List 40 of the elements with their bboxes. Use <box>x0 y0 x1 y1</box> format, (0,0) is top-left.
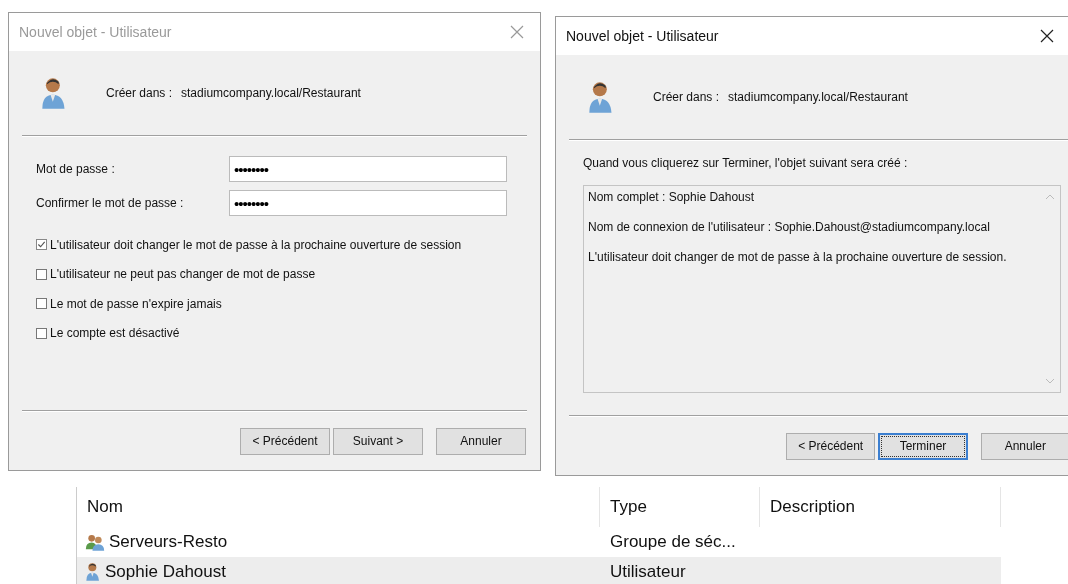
create-in-label: Créer dans : <box>106 86 173 100</box>
field-label: Mot de passe : <box>36 162 116 176</box>
wizard-button[interactable]: < Précédent <box>240 427 330 455</box>
wizard-button[interactable]: Terminer <box>878 432 968 460</box>
checkbox-label: Le mot de passe n'expire jamais <box>50 296 222 311</box>
type-text: Utilisateur <box>609 561 687 583</box>
column-header[interactable]: Description <box>760 487 1001 527</box>
checkbox[interactable] <box>36 298 47 310</box>
summary-line: Nom de connexion de l'utilisateur : Sophie.Dahoust@stadiumcompany.local <box>588 220 991 234</box>
create-in-value: stadiumcompany.local/Restaurant <box>181 86 361 100</box>
window-title: Nouvel objet - Utilisateur <box>566 28 719 44</box>
create-in-label: Créer dans : <box>653 90 720 104</box>
group-icon <box>85 533 105 551</box>
close-icon[interactable] <box>1040 29 1054 43</box>
password-field[interactable]: •••••••• <box>229 156 507 182</box>
wizard-button[interactable]: Suivant > <box>333 427 423 455</box>
name-text: Sophie Dahoust <box>105 562 226 582</box>
list-row[interactable]: Serveurs-Resto Groupe de séc... <box>77 527 1001 557</box>
intro-text: Quand vous cliquerez sur Terminer, l'objet suivant sera créé : <box>583 156 909 170</box>
checkbox[interactable] <box>36 268 47 280</box>
wizard-button[interactable]: Annuler <box>436 427 526 455</box>
column-header[interactable]: Type <box>600 487 760 527</box>
checkbox[interactable] <box>36 327 47 339</box>
wizard-button[interactable]: < Précédent <box>786 432 876 460</box>
checkbox-label: Le compte est désactivé <box>50 326 180 341</box>
window-title: Nouvel objet - Utilisateur <box>19 24 172 40</box>
user-icon <box>85 562 101 582</box>
name-text: Serveurs-Resto <box>109 532 228 552</box>
password-field[interactable]: •••••••• <box>229 190 507 216</box>
checkbox-label: L'utilisateur doit changer le mot de passe à la prochaine ouverture de session <box>50 237 462 252</box>
list-row[interactable]: Sophie Dahoust Utilisateur <box>77 557 1001 584</box>
checkbox-label: L'utilisateur ne peut pas changer de mot de passe <box>50 267 316 282</box>
checkbox[interactable] <box>36 239 47 251</box>
column-header[interactable]: Nom <box>77 487 600 527</box>
wizard-button[interactable]: Annuler <box>980 432 1068 460</box>
create-in-value: stadiumcompany.local/Restaurant <box>728 90 908 104</box>
type-text: Groupe de séc... <box>609 531 737 553</box>
summary-line: Nom complet : Sophie Dahoust <box>588 190 756 204</box>
field-label: Confirmer le mot de passe : <box>36 196 185 210</box>
summary-line: L'utilisateur doit changer de mot de passe à la prochaine ouverture de session. <box>588 250 1008 264</box>
